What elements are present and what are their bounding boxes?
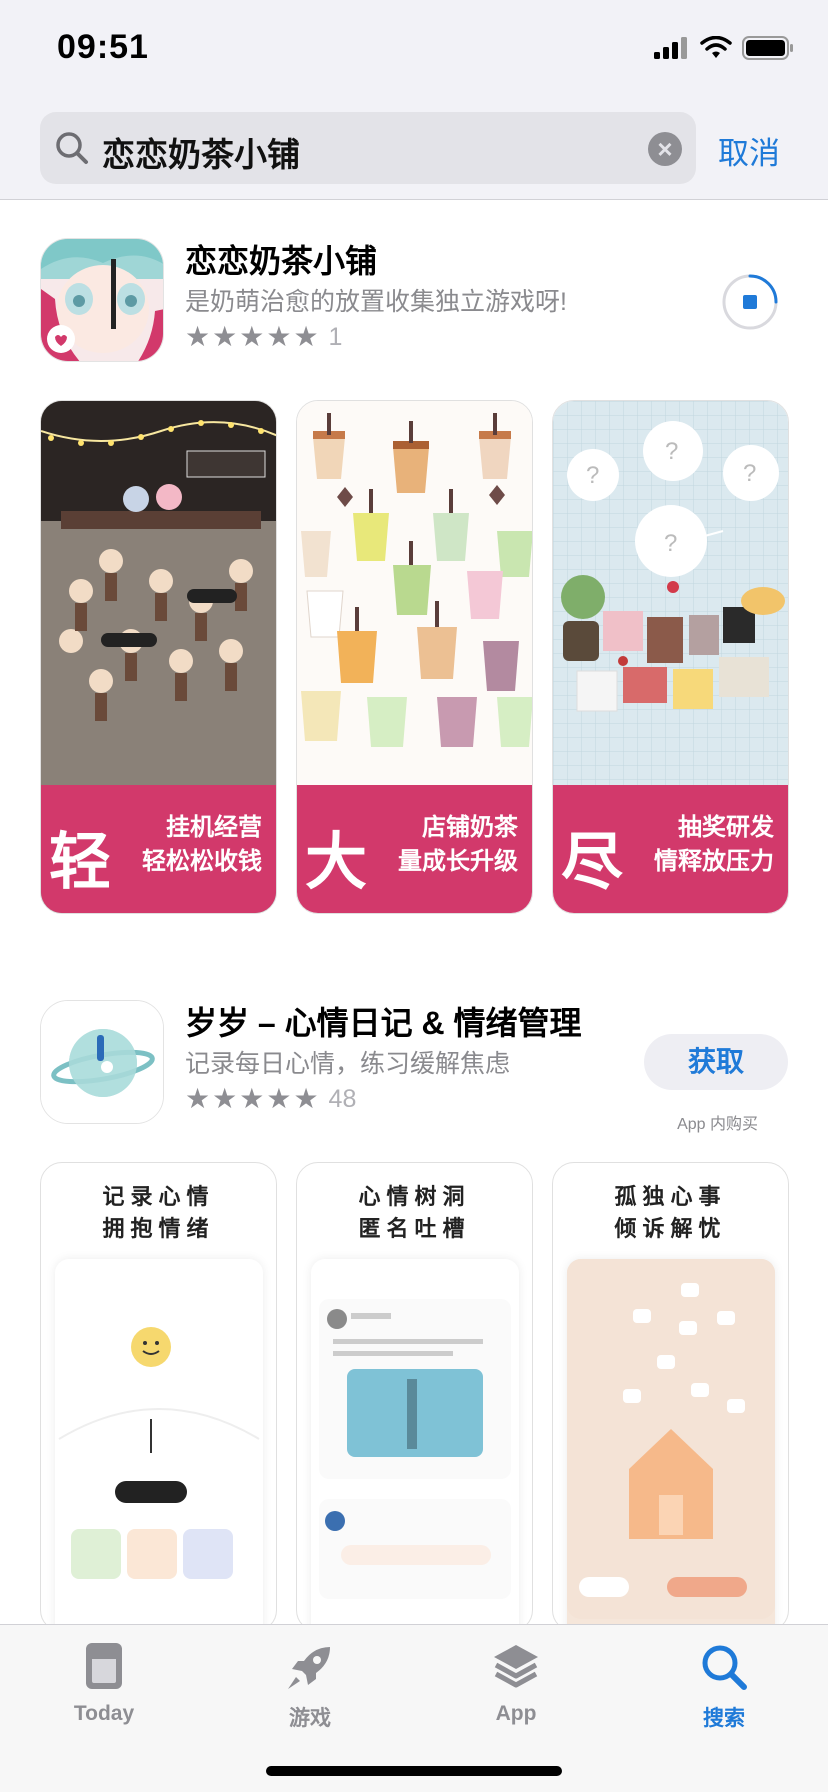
- banner-big-char: 轻: [49, 828, 112, 897]
- screenshot-caption: 拥抱情绪: [102, 1216, 215, 1241]
- banner-line1: 抽奖研发: [678, 814, 774, 841]
- rocket-icon: [288, 1647, 330, 1689]
- app-screenshot[interactable]: 轻 挂机经营 轻松松收钱: [40, 400, 277, 914]
- app-name[interactable]: 恋恋奶茶小铺: [185, 236, 377, 282]
- banner-line2: 量成长升级: [398, 848, 518, 875]
- app-subtitle: 是奶萌治愈的放置收集独立游戏呀!: [185, 288, 567, 316]
- search-input[interactable]: 恋恋奶茶小铺: [102, 128, 300, 176]
- status-bar: 09:51: [0, 0, 828, 100]
- svg-text:?: ?: [586, 462, 599, 489]
- app-screenshot[interactable]: ???? 尽 抽奖研发 情释放压力: [552, 400, 789, 914]
- tab-apps[interactable]: App: [436, 1641, 596, 1726]
- star-icon: ★: [293, 1083, 319, 1114]
- app-store-search-screen: 09:51 恋恋奶茶小铺 × 取消 恋恋奶茶小铺 是奶萌治愈的放置收集独立游戏呀…: [0, 0, 828, 1792]
- tab-label: 搜索: [703, 1707, 745, 1730]
- star-icon: ★: [266, 1083, 292, 1114]
- rating-count: 1: [328, 322, 343, 351]
- screenshot-caption: 心情树洞: [358, 1184, 471, 1209]
- tab-games[interactable]: 游戏: [230, 1641, 390, 1732]
- phone-mock: [311, 1259, 519, 1631]
- star-icon: ★: [212, 321, 238, 352]
- download-progress-icon[interactable]: [720, 272, 780, 332]
- star-icon: ★: [266, 321, 292, 352]
- star-icon: ★: [239, 1083, 265, 1114]
- screenshot-caption: 记录心情: [102, 1184, 215, 1209]
- svg-text:?: ?: [664, 530, 677, 557]
- banner-big-char: 大: [305, 828, 368, 897]
- star-icon: ★: [239, 321, 265, 352]
- today-icon: [86, 1643, 122, 1689]
- app-rating: ★ ★ ★ ★ ★ 48: [185, 1084, 356, 1114]
- phone-mock: [567, 1259, 775, 1631]
- app-screenshot[interactable]: 大 店铺奶茶 量成长升级: [296, 400, 533, 914]
- banner-line1: 挂机经营: [166, 814, 262, 841]
- layers-icon: [494, 1645, 538, 1688]
- tab-label: Today: [73, 1702, 135, 1725]
- tab-label: App: [495, 1702, 537, 1725]
- tab-label: 游戏: [289, 1707, 331, 1730]
- banner-line2: 情释放压力: [654, 848, 774, 875]
- app-subtitle: 记录每日心情，练习缓解焦虑: [185, 1050, 511, 1078]
- battery-icon: [742, 36, 793, 60]
- banner-line2: 轻松松收钱: [142, 848, 262, 875]
- tab-search[interactable]: 搜索: [644, 1641, 804, 1732]
- screenshot-banner: 尽 抽奖研发 情释放压力: [553, 785, 788, 913]
- tab-today[interactable]: Today: [24, 1641, 184, 1726]
- app-screenshot[interactable]: 孤独心事 倾诉解忧: [552, 1162, 789, 1632]
- cancel-button[interactable]: 取消: [718, 128, 780, 173]
- search-bar: 恋恋奶茶小铺 ×: [0, 100, 828, 200]
- search-icon: [56, 132, 88, 164]
- rating-count: 48: [328, 1084, 357, 1113]
- signal-icon: [654, 37, 687, 59]
- app-screenshot[interactable]: 记录心情 拥抱情绪: [40, 1162, 277, 1632]
- clear-icon[interactable]: ×: [648, 132, 682, 166]
- home-indicator[interactable]: [266, 1766, 562, 1776]
- status-time: 09:51: [57, 28, 149, 66]
- app-rating: ★ ★ ★ ★ ★ 1: [185, 322, 342, 352]
- star-icon: ★: [185, 321, 211, 352]
- star-icon: ★: [293, 321, 319, 352]
- screenshot-banner: 轻 挂机经营 轻松松收钱: [41, 785, 276, 913]
- in-app-purchase-label: App 内购买: [677, 1116, 758, 1133]
- banner-line1: 店铺奶茶: [422, 814, 518, 841]
- search-icon: [702, 1645, 747, 1690]
- app-icon[interactable]: [40, 238, 164, 362]
- wifi-icon: [700, 36, 732, 58]
- screenshot-caption: 孤独心事: [614, 1184, 727, 1209]
- screenshot-caption: 倾诉解忧: [614, 1216, 727, 1241]
- star-icon: ★: [185, 1083, 211, 1114]
- app-icon[interactable]: [40, 1000, 164, 1124]
- svg-text:?: ?: [665, 438, 678, 465]
- banner-big-char: 尽: [561, 828, 624, 897]
- search-result-app[interactable]: 岁岁 – 心情日记 & 情绪管理 记录每日心情，练习缓解焦虑 ★ ★ ★ ★ ★…: [40, 998, 788, 1133]
- app-name[interactable]: 岁岁 – 心情日记 & 情绪管理: [185, 998, 581, 1044]
- screenshot-banner: 大 店铺奶茶 量成长升级: [297, 785, 532, 913]
- phone-mock: [55, 1259, 263, 1631]
- star-icon: ★: [212, 1083, 238, 1114]
- get-button[interactable]: 获取: [644, 1034, 788, 1090]
- svg-text:?: ?: [743, 460, 756, 487]
- screenshot-caption: 匿名吐槽: [358, 1216, 471, 1241]
- search-result-app[interactable]: 恋恋奶茶小铺 是奶萌治愈的放置收集独立游戏呀! ★ ★ ★ ★ ★ 1: [40, 238, 788, 362]
- search-field[interactable]: 恋恋奶茶小铺 ×: [40, 112, 696, 184]
- app-screenshot[interactable]: 心情树洞 匿名吐槽: [296, 1162, 533, 1632]
